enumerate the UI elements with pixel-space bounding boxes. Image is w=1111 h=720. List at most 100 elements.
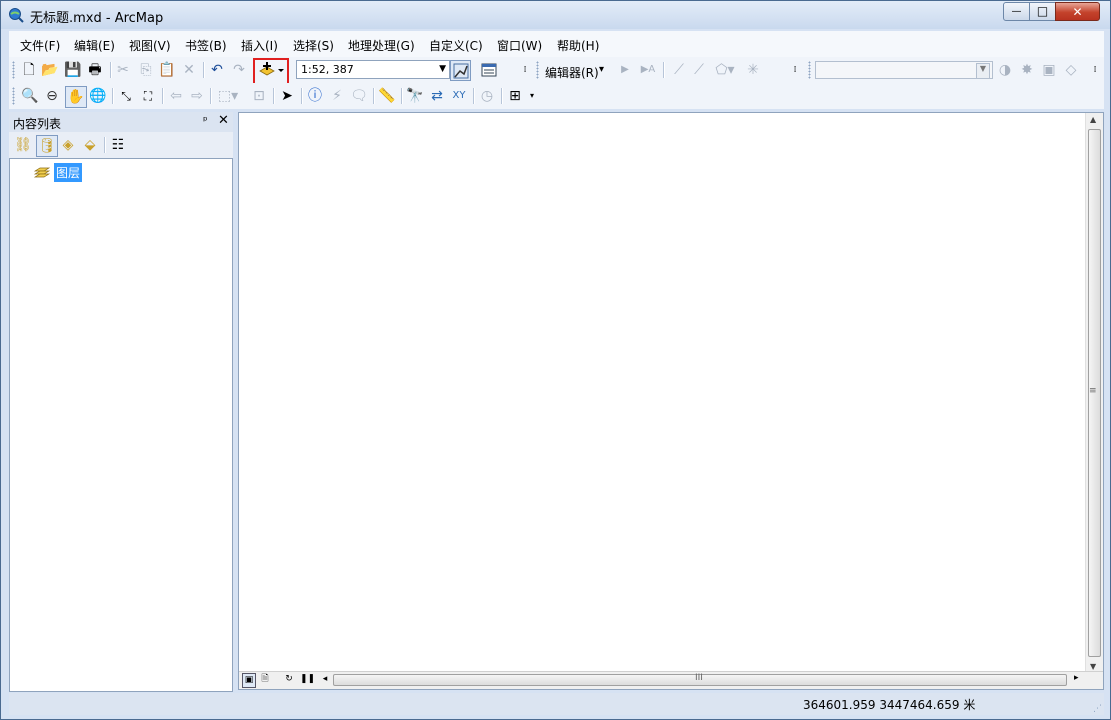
cut-polygons-icon[interactable]: ✳: [743, 60, 763, 80]
toolbar-separator: [104, 137, 106, 153]
end-point-arc-icon[interactable]: ⟋: [689, 60, 709, 80]
display-background-icon[interactable]: ◇: [1061, 60, 1081, 80]
paste-icon[interactable]: 📋: [157, 60, 177, 80]
brightness-icon[interactable]: ✸: [1017, 60, 1037, 80]
menu-edit[interactable]: 编辑(E): [74, 37, 115, 54]
menu-selection[interactable]: 选择(S): [293, 37, 334, 54]
hyperlink-icon[interactable]: ⚡: [327, 86, 347, 106]
title-bar[interactable]: 无标题.mxd - ArcMap — □ ✕: [1, 1, 1110, 29]
scroll-down-icon[interactable]: ▼: [1090, 662, 1096, 671]
cut-icon[interactable]: ✂: [113, 60, 133, 80]
construction-tools-icon[interactable]: ⬠▾: [711, 60, 739, 80]
resize-grip-icon[interactable]: ⋰: [1093, 704, 1102, 714]
vertical-scrollbar[interactable]: ▲ ≡ ▼: [1085, 113, 1103, 673]
print-icon[interactable]: 🖶: [85, 60, 105, 80]
edit-tool-icon[interactable]: ▶: [615, 60, 635, 80]
fixed-zoom-in-icon[interactable]: ⤡: [116, 86, 136, 106]
html-popup-icon[interactable]: 🗨: [349, 86, 369, 106]
zoom-out-icon[interactable]: ⊖: [42, 86, 62, 106]
select-features-icon[interactable]: ⬚▾: [214, 86, 242, 106]
toolbar-separator: [663, 62, 665, 78]
close-button[interactable]: ✕: [1055, 2, 1100, 21]
full-extent-icon[interactable]: 🌐: [88, 86, 108, 106]
toolbar-overflow-icon[interactable]: ⁞: [1089, 60, 1101, 80]
identify-icon[interactable]: ⓘ: [305, 86, 325, 106]
horizontal-scrollbar[interactable]: ▣ 🗎 ↻ ❚❚ ◂ III ▸: [239, 671, 1103, 689]
create-viewer-window-icon[interactable]: ⊞: [505, 86, 525, 106]
tools-toolbar: 🔍 ⊖ ✋ 🌐 ⤡ ⛶ ⇦ ⇨ ⬚▾ ⊡ ➤ ⓘ ⚡ 🗨 📏 🔭 ⇄ XY ◷ …: [9, 83, 1104, 109]
fixed-zoom-out-icon[interactable]: ⛶: [138, 86, 158, 106]
transparency-icon[interactable]: ▣: [1039, 60, 1059, 80]
standard-toolbar: 🗋 📂 💾 🖶 ✂ ⎘ 📋 ✕ ↶ ↷ 1:52, 387 ▼ ⁞ 编辑器(R)…: [9, 57, 1104, 83]
editor-dropdown-icon[interactable]: ▾: [599, 64, 604, 75]
zoom-in-icon[interactable]: 🔍: [20, 86, 40, 106]
editor-menu[interactable]: 编辑器(R): [545, 64, 599, 81]
find-route-icon[interactable]: ⇄: [427, 86, 447, 106]
list-by-source-icon[interactable]: 🛢: [36, 135, 58, 157]
toolbar-grip[interactable]: [536, 61, 539, 79]
map-scale-combobox[interactable]: 1:52, 387 ▼: [296, 60, 450, 79]
toolbar-separator: [203, 62, 205, 78]
editor-toolbar-icon[interactable]: [450, 60, 471, 81]
toolbar-overflow-icon[interactable]: ⁞: [519, 60, 531, 80]
target-layer-combobox[interactable]: ▼: [815, 61, 993, 79]
straight-segment-icon[interactable]: ⟋: [669, 60, 689, 80]
maximize-button[interactable]: □: [1029, 2, 1056, 21]
time-slider-icon[interactable]: ◷: [477, 86, 497, 106]
toolbar-overflow-icon[interactable]: ⁞: [789, 60, 801, 80]
close-icon: ✕: [1072, 5, 1083, 19]
back-extent-icon[interactable]: ⇦: [166, 86, 186, 106]
toolbar-separator: [473, 88, 475, 104]
new-document-icon[interactable]: 🗋: [19, 60, 39, 80]
forward-extent-icon[interactable]: ⇨: [187, 86, 207, 106]
redo-icon[interactable]: ↷: [229, 60, 249, 80]
menu-help[interactable]: 帮助(H): [557, 37, 599, 54]
table-of-contents-window-icon[interactable]: [479, 60, 499, 80]
toolbar-grip[interactable]: [12, 87, 15, 105]
pan-icon[interactable]: ✋: [65, 86, 87, 108]
toolbar-separator: [112, 88, 114, 104]
open-icon[interactable]: 📂: [40, 60, 60, 80]
toolbar-grip[interactable]: [808, 61, 811, 79]
close-icon[interactable]: ✕: [218, 113, 229, 128]
list-by-visibility-icon[interactable]: ◈: [58, 135, 78, 155]
find-icon[interactable]: 🔭: [405, 86, 425, 106]
scroll-right-icon[interactable]: ▸: [1074, 673, 1079, 683]
layout-view-icon[interactable]: 🗎: [259, 673, 271, 686]
save-icon[interactable]: 💾: [63, 60, 83, 80]
data-view-icon[interactable]: ▣: [242, 673, 256, 688]
scroll-up-icon[interactable]: ▲: [1090, 115, 1096, 124]
status-bar: 364601.959 3447464.659 米 ⋰: [9, 693, 1104, 715]
undo-icon[interactable]: ↶: [207, 60, 227, 80]
toolbar-grip[interactable]: [12, 61, 15, 79]
minimize-button[interactable]: —: [1003, 2, 1030, 21]
edit-annotation-tool-icon[interactable]: ▶A: [638, 60, 658, 80]
menu-geoprocessing[interactable]: 地理处理(G): [348, 37, 415, 54]
window-title: 无标题.mxd - ArcMap: [30, 11, 164, 26]
go-to-xy-icon[interactable]: XY: [449, 86, 469, 106]
contrast-icon[interactable]: ◑: [995, 60, 1015, 80]
options-icon[interactable]: ☷: [108, 135, 128, 155]
clear-selection-icon[interactable]: ⊡: [249, 86, 269, 106]
list-by-drawing-order-icon[interactable]: ⛓: [13, 135, 33, 155]
select-elements-icon[interactable]: ➤: [277, 86, 297, 106]
copy-icon[interactable]: ⎘: [136, 60, 156, 80]
menu-view[interactable]: 视图(V): [129, 37, 171, 54]
map-display[interactable]: ▲ ≡ ▼ ▣ 🗎 ↻ ❚❚ ◂ III ▸: [238, 112, 1104, 690]
pause-drawing-icon[interactable]: ❚❚: [300, 673, 315, 686]
menu-insert[interactable]: 插入(I): [241, 37, 278, 54]
layers-root-item[interactable]: 图层: [54, 163, 83, 182]
toc-header: 内容列表 ᵖ ✕: [9, 112, 233, 132]
menu-bookmarks[interactable]: 书签(B): [185, 37, 227, 54]
menu-file[interactable]: 文件(F): [20, 37, 60, 54]
toolbar-overflow-icon[interactable]: ▾: [527, 86, 537, 106]
measure-icon[interactable]: 📏: [377, 86, 397, 106]
menu-windows[interactable]: 窗口(W): [497, 37, 542, 54]
menu-customize[interactable]: 自定义(C): [429, 37, 483, 54]
sketch-icon: [453, 63, 468, 78]
scroll-left-icon[interactable]: ◂: [319, 673, 331, 686]
list-by-selection-icon[interactable]: ⬙: [80, 135, 100, 155]
refresh-icon[interactable]: ↻: [283, 673, 295, 686]
pin-icon[interactable]: ᵖ: [203, 114, 208, 127]
delete-icon[interactable]: ✕: [179, 60, 199, 80]
